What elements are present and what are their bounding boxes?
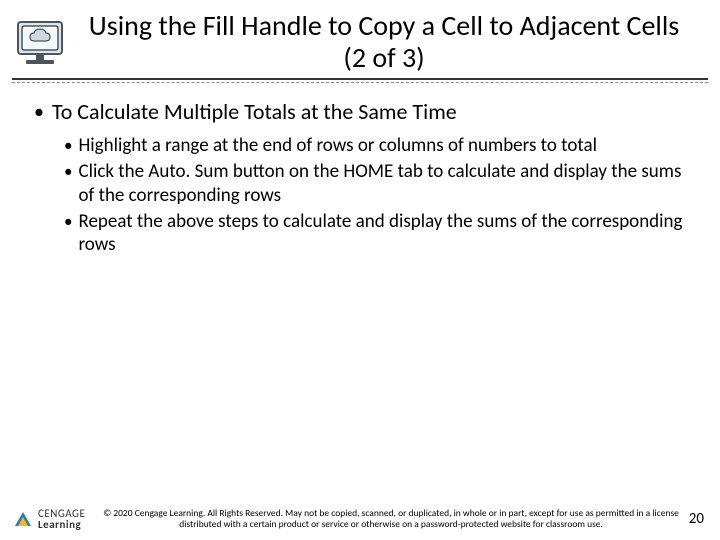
section-heading: • To Calculate Multiple Totals at the Sa… bbox=[34, 98, 686, 126]
slide-title: Using the Fill Handle to Copy a Cell to … bbox=[68, 10, 700, 74]
bullet-icon: • bbox=[64, 134, 72, 158]
page-number: 20 bbox=[689, 510, 708, 528]
bullet-icon: • bbox=[64, 160, 72, 184]
logo-line2: Learning bbox=[38, 519, 85, 530]
list-item-text: Highlight a range at the end of rows or … bbox=[78, 134, 596, 158]
copyright-text: © 2020 Cengage Learning. All Rights Rese… bbox=[93, 508, 688, 530]
section-heading-text: To Calculate Multiple Totals at the Same… bbox=[52, 98, 457, 125]
list-item: • Click the Auto. Sum button on the HOME… bbox=[64, 160, 686, 208]
sub-bullet-list: • Highlight a range at the end of rows o… bbox=[34, 134, 686, 257]
list-item-text: Click the Auto. Sum button on the HOME t… bbox=[78, 160, 686, 208]
bullet-icon: • bbox=[34, 98, 44, 126]
title-underline bbox=[12, 78, 708, 80]
logo-text: CENGAGE Learning bbox=[38, 508, 85, 530]
logo-mark-icon bbox=[12, 508, 34, 530]
list-item: • Repeat the above steps to calculate an… bbox=[64, 210, 686, 258]
slide-footer: CENGAGE Learning © 2020 Cengage Learning… bbox=[12, 508, 708, 530]
list-item: • Highlight a range at the end of rows o… bbox=[64, 134, 686, 158]
bullet-icon: • bbox=[64, 210, 72, 234]
slide-header: Using the Fill Handle to Copy a Cell to … bbox=[0, 0, 720, 74]
publisher-logo: CENGAGE Learning bbox=[12, 508, 85, 530]
slide-content: • To Calculate Multiple Totals at the Sa… bbox=[0, 80, 720, 257]
list-item-text: Repeat the above steps to calculate and … bbox=[78, 210, 686, 258]
monitor-cloud-icon bbox=[12, 16, 68, 72]
